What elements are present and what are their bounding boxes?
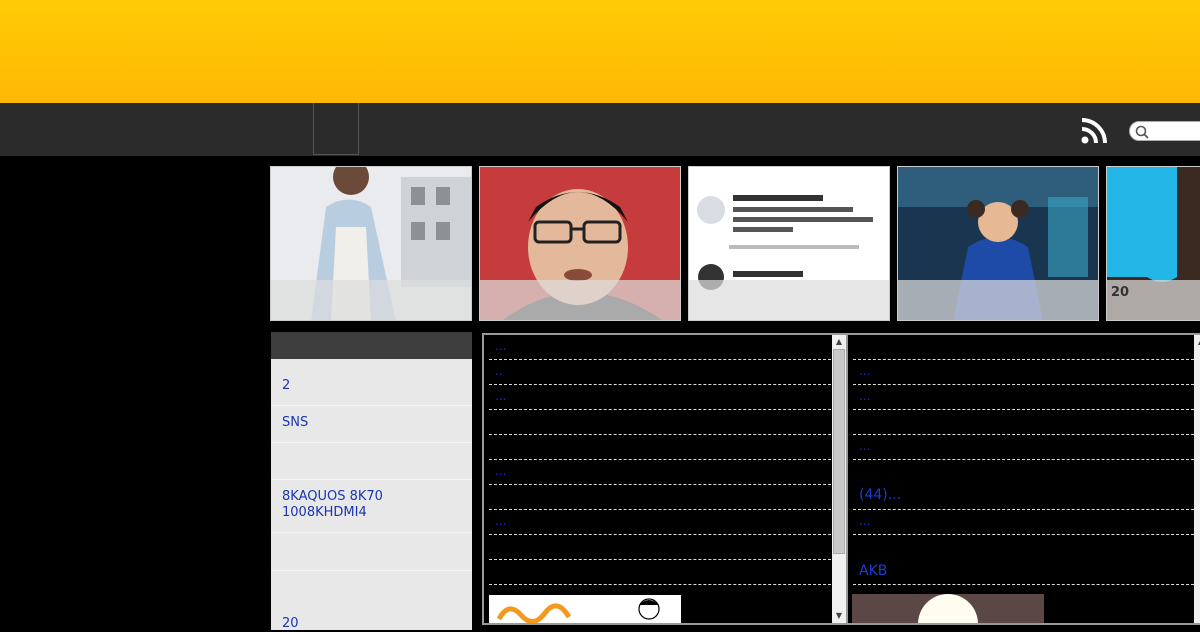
thumbnail-5[interactable]: 20 xyxy=(1106,166,1200,321)
scroll-up-icon[interactable]: ▲ xyxy=(832,335,846,349)
scroll-up-icon[interactable]: ▲ xyxy=(1194,335,1200,349)
thumbnail-2[interactable] xyxy=(479,166,681,321)
scroll-thumb[interactable] xyxy=(833,349,845,554)
sidebar-header xyxy=(271,332,472,359)
feed-link[interactable]: ... xyxy=(495,339,506,353)
feed-link[interactable]: AKB xyxy=(859,563,887,579)
scroll-down-icon[interactable]: ▼ xyxy=(832,609,846,623)
feed-link[interactable]: ... xyxy=(859,364,870,378)
thumbnail-3[interactable] xyxy=(688,166,890,321)
featured-thumbnails: 20 xyxy=(270,166,1200,323)
feed-panel-right: ... ... ... (44)... ... AKB ▲ xyxy=(846,333,1200,625)
feed-link[interactable]: ... xyxy=(859,514,870,528)
search-icon xyxy=(1135,125,1149,139)
sidebar-item-3[interactable]: 8KAQUOS 8K70 1008KHDMI4 xyxy=(282,489,462,521)
feed-panel-left: ... .. ... ... ... ▲ ▼ xyxy=(482,333,848,625)
thumbnail-1[interactable] xyxy=(270,166,472,321)
rss-icon[interactable] xyxy=(1081,116,1109,144)
search-input[interactable] xyxy=(1129,121,1200,141)
nav-tab[interactable] xyxy=(313,103,359,155)
sidebar-ranking: 2 SNS 8KAQUOS 8K70 1008KHDMI4 20 xyxy=(271,332,472,631)
thumbnail-label: 20 xyxy=(1111,285,1130,300)
feed-link[interactable]: ... xyxy=(859,439,870,453)
nav-bar xyxy=(0,103,1200,156)
illustration-image-icon[interactable] xyxy=(852,594,1044,623)
site-banner[interactable] xyxy=(0,0,1200,103)
feed-link[interactable]: ... xyxy=(495,464,506,478)
manga-banner-image-icon[interactable] xyxy=(489,595,681,623)
feed-link[interactable]: (44)... xyxy=(859,487,901,503)
thumbnail-4[interactable] xyxy=(897,166,1099,321)
feed-link[interactable]: ... xyxy=(495,389,506,403)
feed-link[interactable]: .. xyxy=(495,364,503,378)
sidebar-item-1[interactable]: 2 xyxy=(282,378,290,394)
scrollbar[interactable]: ▲ ▼ xyxy=(832,335,846,623)
feed-link[interactable]: ... xyxy=(495,514,506,528)
feed-link[interactable]: ... xyxy=(859,389,870,403)
sidebar-item-2[interactable]: SNS xyxy=(282,415,308,431)
scrollbar[interactable]: ▲ xyxy=(1194,335,1200,623)
